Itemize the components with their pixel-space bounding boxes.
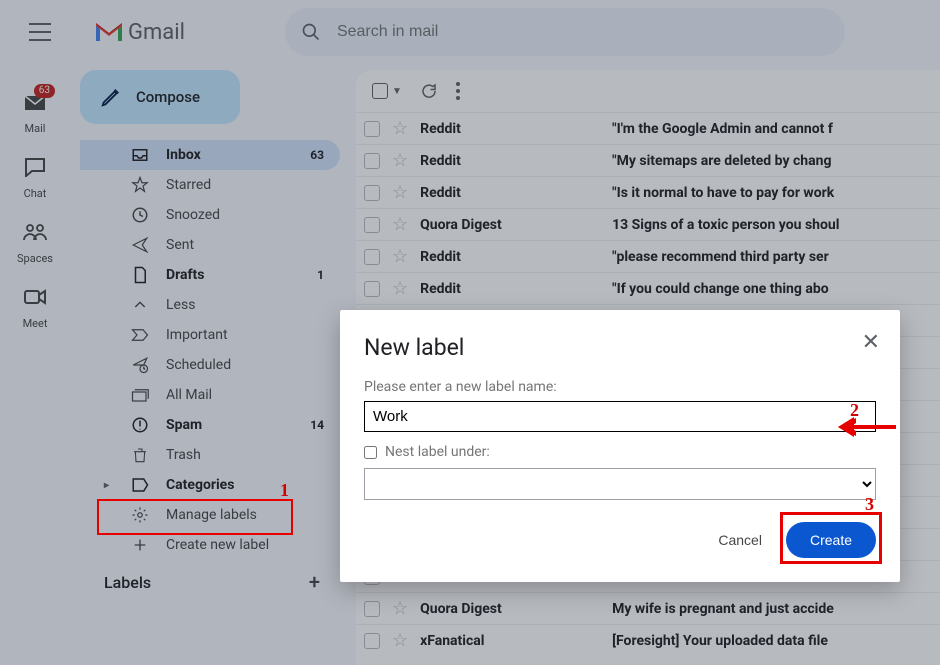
dialog-title: New label	[364, 334, 876, 361]
annotation-arrow	[838, 415, 898, 439]
annotation-marker-1: 1	[280, 480, 289, 501]
nest-label: Nest label under:	[385, 444, 490, 460]
nest-checkbox[interactable]	[364, 446, 377, 459]
cancel-button[interactable]: Cancel	[712, 524, 768, 556]
close-icon[interactable]: ✕	[862, 330, 880, 355]
annotation-box-3	[780, 512, 882, 564]
annotation-marker-3: 3	[865, 494, 874, 515]
dialog-prompt: Please enter a new label name:	[364, 379, 876, 395]
label-name-input[interactable]	[364, 401, 876, 432]
nest-parent-select[interactable]	[364, 468, 876, 500]
annotation-box-1	[97, 499, 293, 535]
annotation-marker-2: 2	[850, 400, 859, 421]
